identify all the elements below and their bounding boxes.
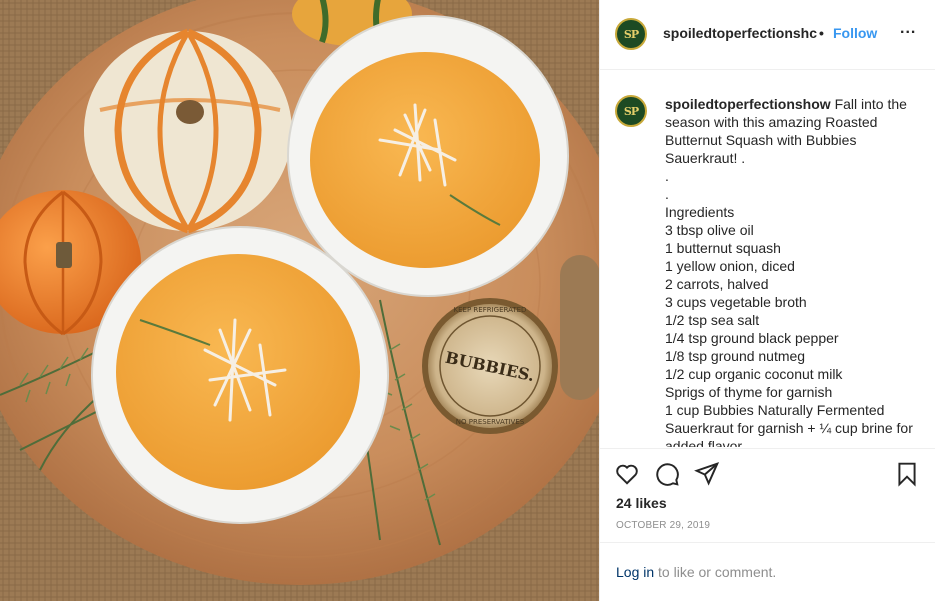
caption-line: 2 carrots, halved <box>665 276 769 292</box>
caption-line: Sauerkraut for garnish + ¼ cup brine for <box>665 420 913 436</box>
post-caption: spoiledtoperfectionshow Fall into the sea… <box>665 95 927 447</box>
caption-line: added flavor <box>665 438 743 447</box>
caption-avatar[interactable]: SP <box>615 95 647 127</box>
caption-line: Ingredients <box>665 204 735 220</box>
caption-line: Sprigs of thyme for garnish <box>665 384 833 400</box>
soup-bowl-bottom <box>91 226 389 524</box>
more-options-icon[interactable]: ... <box>900 20 920 38</box>
caption-line: 1 butternut squash <box>665 240 781 256</box>
post-header: SP spoiledtoperfectionshc • Follow ... <box>600 0 935 70</box>
post-side-panel: SP spoiledtoperfectionshc • Follow ... S… <box>599 0 935 601</box>
caption-line: 1 yellow onion, diced <box>665 258 795 274</box>
caption-line: 1 cup Bubbies Naturally Fermented <box>665 402 885 418</box>
post-actions: 24 likes OCTOBER 29, 2019 <box>600 448 935 542</box>
white-pumpkin <box>84 28 292 234</box>
follow-button[interactable]: Follow <box>833 25 877 41</box>
caption-line: 3 tbsp olive oil <box>665 222 754 238</box>
post-photo[interactable]: KEEP REFRIGERATED BUBBIES. NO PRESERVATI… <box>0 0 599 601</box>
jar-top-text: KEEP REFRIGERATED <box>454 306 527 314</box>
login-prompt: Log in to like or comment. <box>600 542 935 601</box>
avatar[interactable]: SP <box>615 18 647 50</box>
jar-bottom-text: NO PRESERVATIVES <box>456 418 525 426</box>
caption-line: 1/2 tsp sea salt <box>665 312 760 328</box>
caption-line: Sauerkraut! . <box>665 150 746 166</box>
caption-line: spoiledtoperfectionshow Fall into the <box>665 95 927 113</box>
caption-line: 1/2 cup organic coconut milk <box>665 366 843 382</box>
caption-line: 1/8 tsp ground nutmeg <box>665 348 806 364</box>
caption-text: Fall into the <box>830 96 907 112</box>
caption-line: . <box>665 186 669 202</box>
caption-line: . <box>665 168 669 184</box>
caption-line: 1/4 tsp ground black pepper <box>665 330 839 346</box>
caption-line: season with this amazing Roasted <box>665 114 878 130</box>
login-rest: to like or comment. <box>654 564 777 580</box>
comments-section: SP spoiledtoperfectionshow Fall into the… <box>600 71 935 447</box>
heart-icon[interactable] <box>614 461 642 489</box>
bookmark-icon[interactable] <box>894 461 922 489</box>
header-username[interactable]: spoiledtoperfectionshc <box>663 25 818 41</box>
login-link[interactable]: Log in <box>616 564 654 580</box>
caption-username[interactable]: spoiledtoperfectionshow <box>665 96 831 112</box>
bubbies-jar-lid: KEEP REFRIGERATED BUBBIES. NO PRESERVATI… <box>422 298 558 434</box>
caption-line: Butternut Squash with Bubbies <box>665 132 857 148</box>
send-icon[interactable] <box>694 461 722 489</box>
comment-icon[interactable] <box>654 461 682 489</box>
caption-line: 3 cups vegetable broth <box>665 294 807 310</box>
soup-bowl-top <box>287 15 569 297</box>
likes-count[interactable]: 24 likes <box>616 495 667 511</box>
separator-dot: • <box>819 25 824 41</box>
post-date: OCTOBER 29, 2019 <box>616 520 711 531</box>
